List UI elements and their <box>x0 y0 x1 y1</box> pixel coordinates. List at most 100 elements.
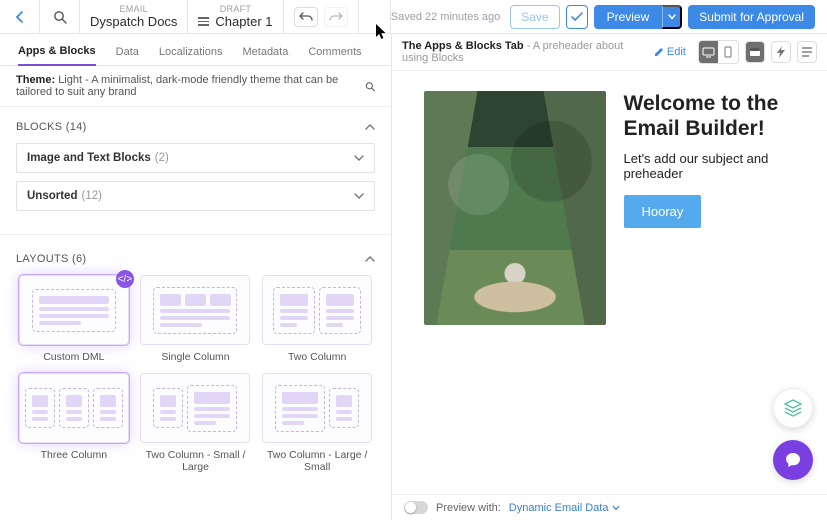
layout-label: Single Column <box>161 351 229 363</box>
layout-label: Custom DML <box>43 351 104 363</box>
layouts-header[interactable]: LAYOUTS (6) <box>0 239 391 275</box>
draft-title: Chapter 1 <box>198 14 272 29</box>
layouts-grid: </> Custom DML Single Column Two Column <box>0 275 391 489</box>
layout-two-col-small-large[interactable]: Two Column - Small / Large <box>138 373 254 473</box>
preview-with-label: Preview with: <box>436 502 501 514</box>
chevron-up-icon <box>365 255 375 263</box>
save-button[interactable]: Save <box>510 5 559 29</box>
acc-count: (12) <box>81 190 101 202</box>
device-toggle <box>698 40 739 64</box>
block-view-button[interactable] <box>745 41 765 63</box>
preview-toggle[interactable] <box>404 501 428 514</box>
right-panel: The Apps & Blocks Tab - A preheader abou… <box>392 34 827 520</box>
top-bar: EMAIL Dyspatch Docs DRAFT Chapter 1 Save… <box>0 0 827 34</box>
search-icon <box>53 10 67 24</box>
check-icon <box>571 12 583 22</box>
submit-approval-button[interactable]: Submit for Approval <box>688 5 815 29</box>
right-top-bar: The Apps & Blocks Tab - A preheader abou… <box>392 34 827 71</box>
bolt-icon <box>777 46 785 58</box>
undo-button[interactable] <box>294 7 318 27</box>
redo-button[interactable] <box>324 7 348 27</box>
tab-apps-blocks[interactable]: Apps & Blocks <box>18 45 96 66</box>
layout-label: Three Column <box>41 449 108 461</box>
search-icon[interactable] <box>365 80 375 93</box>
desktop-view-button[interactable] <box>699 41 719 63</box>
theme-row[interactable]: Theme: Light - A minimalist, dark-mode f… <box>0 66 391 107</box>
card-icon <box>749 47 761 57</box>
chevron-down-icon <box>354 192 364 200</box>
email-title: Dyspatch Docs <box>90 14 177 29</box>
layout-label: Two Column - Large / Small <box>259 449 375 473</box>
blocks-title: BLOCKS (14) <box>16 121 87 133</box>
email-heading: Welcome to the Email Builder! <box>624 91 796 141</box>
layout-label: Two Column <box>288 351 346 363</box>
email-copy: Welcome to the Email Builder! Let's add … <box>624 91 796 325</box>
acc-label: Unsorted <box>27 190 77 202</box>
saved-label: Saved 22 minutes ago <box>391 11 500 23</box>
preview-bottom-bar: Preview with: Dynamic Email Data <box>392 494 827 520</box>
layout-custom-dml[interactable]: </> Custom DML <box>16 275 132 363</box>
acc-label: Image and Text Blocks <box>27 152 151 164</box>
layout-single-column[interactable]: Single Column <box>138 275 254 363</box>
theme-text: Theme: Light - A minimalist, dark-mode f… <box>16 74 365 98</box>
layout-label: Two Column - Small / Large <box>138 449 254 473</box>
help-float-button[interactable] <box>773 440 813 480</box>
email-label: EMAIL <box>119 4 148 14</box>
floating-buttons <box>773 388 813 480</box>
acc-unsorted[interactable]: Unsorted (12) <box>16 181 375 211</box>
preview-with-value[interactable]: Dynamic Email Data <box>509 502 620 514</box>
acc-image-text-blocks[interactable]: Image and Text Blocks (2) <box>16 143 375 173</box>
undo-icon <box>299 12 313 22</box>
edit-link[interactable]: Edit <box>648 44 692 60</box>
email-doc-cell[interactable]: EMAIL Dyspatch Docs <box>80 0 188 33</box>
preview-button[interactable]: Preview <box>594 5 663 29</box>
acc-count: (2) <box>155 152 169 164</box>
hero-image[interactable] <box>424 91 606 325</box>
layers-icon <box>783 398 803 418</box>
email-body-text: Let's add our subject and preheader <box>624 151 796 181</box>
preview-caret-button[interactable] <box>662 5 682 29</box>
email-canvas[interactable]: Welcome to the Email Builder! Let's add … <box>392 71 827 520</box>
chevron-down-icon <box>612 505 620 511</box>
tab-metadata[interactable]: Metadata <box>242 46 288 65</box>
align-button[interactable] <box>797 41 817 63</box>
approve-check-button[interactable] <box>566 5 588 29</box>
pencil-icon <box>654 47 664 57</box>
tab-localizations[interactable]: Localizations <box>159 46 223 65</box>
tab-data[interactable]: Data <box>116 46 139 65</box>
chevron-left-icon <box>15 10 25 24</box>
preview-button-group: Preview <box>594 5 683 29</box>
layers-float-button[interactable] <box>773 388 813 428</box>
mobile-icon <box>724 46 732 58</box>
back-button[interactable] <box>0 0 40 33</box>
desktop-icon <box>702 47 715 58</box>
email-cta-button[interactable]: Hooray <box>624 195 702 228</box>
search-button[interactable] <box>40 0 80 33</box>
mobile-view-button[interactable] <box>718 41 738 63</box>
align-icon <box>801 47 813 57</box>
chat-icon <box>784 451 802 469</box>
email-block: Welcome to the Email Builder! Let's add … <box>424 91 796 325</box>
layout-two-col-large-small[interactable]: Two Column - Large / Small <box>259 373 375 473</box>
layout-two-column[interactable]: Two Column <box>259 275 375 363</box>
layout-three-column[interactable]: Three Column <box>16 373 132 473</box>
preview-title: The Apps & Blocks Tab - A preheader abou… <box>402 40 636 64</box>
tab-comments[interactable]: Comments <box>308 46 361 65</box>
draft-label: DRAFT <box>220 4 252 14</box>
chevron-down-icon <box>668 14 676 20</box>
chevron-up-icon <box>365 123 375 131</box>
undo-redo-cell <box>284 0 359 33</box>
redo-icon <box>329 12 343 22</box>
code-badge-icon: </> <box>116 270 134 288</box>
layouts-title: LAYOUTS (6) <box>16 253 86 265</box>
left-tabs: Apps & Blocks Data Localizations Metadat… <box>0 34 391 66</box>
amp-button[interactable] <box>771 41 791 63</box>
topbar-actions: Saved 22 minutes ago Save Preview Submit… <box>391 0 827 33</box>
blocks-header[interactable]: BLOCKS (14) <box>0 107 391 143</box>
chevron-down-icon <box>354 154 364 162</box>
draft-doc-cell[interactable]: DRAFT Chapter 1 <box>188 0 283 33</box>
menu-icon <box>198 17 209 26</box>
topbar-spacer <box>359 0 391 33</box>
left-scroll[interactable]: BLOCKS (14) Image and Text Blocks (2) Uns… <box>0 107 391 520</box>
left-panel: Apps & Blocks Data Localizations Metadat… <box>0 34 392 520</box>
